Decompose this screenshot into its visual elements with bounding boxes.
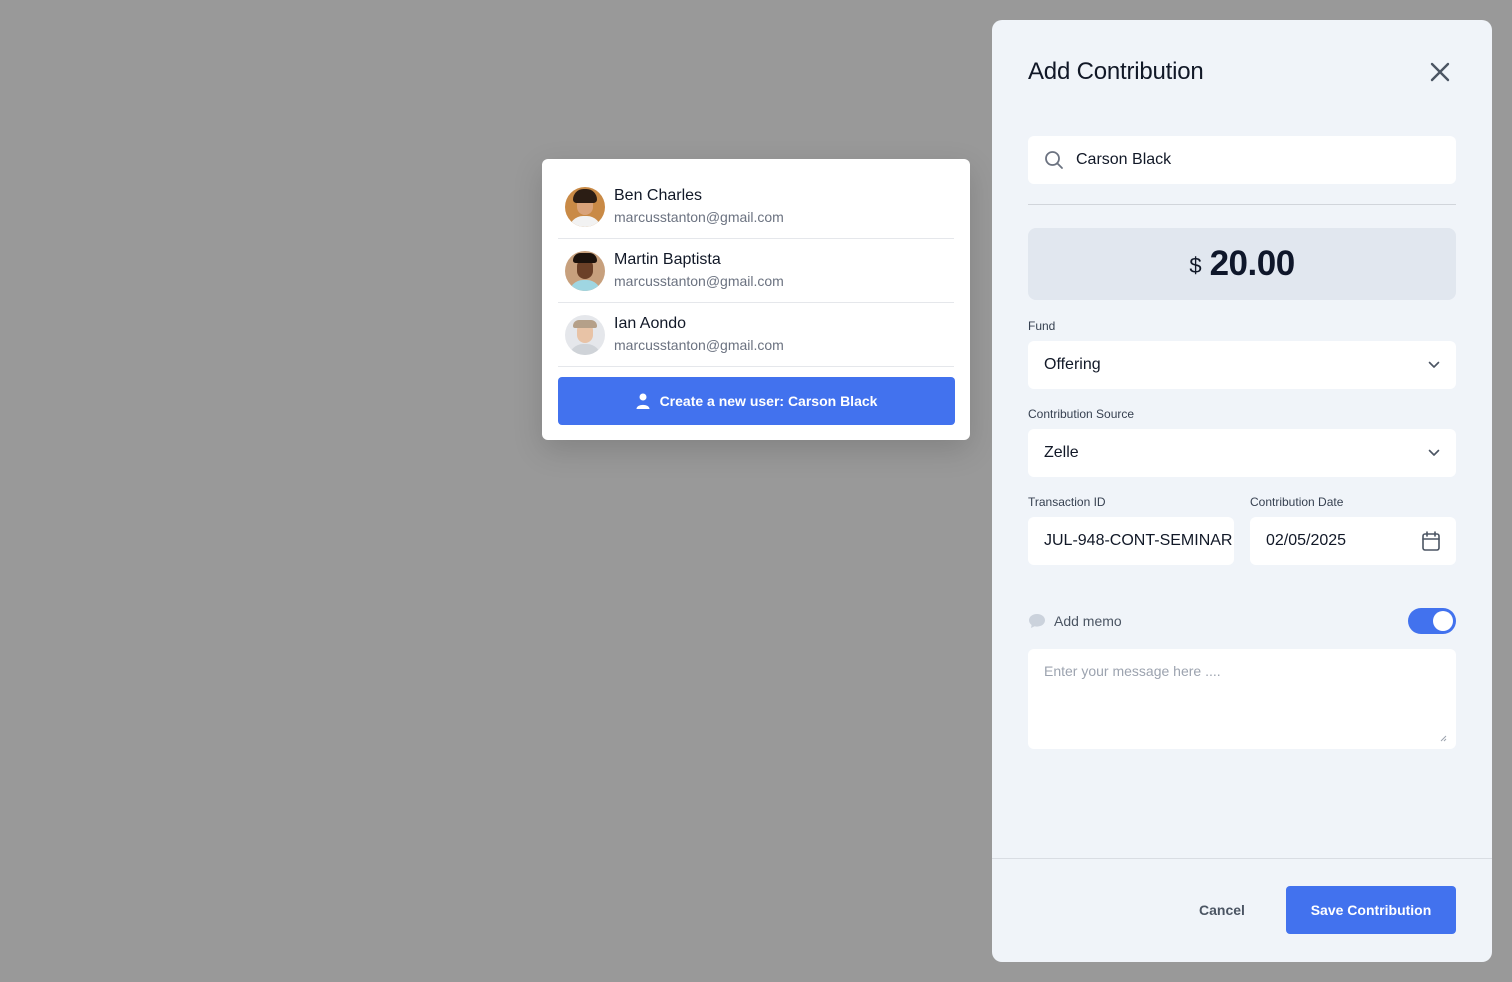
user-option-ian-aondo[interactable]: Ian Aondo marcusstanton@gmail.com <box>558 303 954 367</box>
user-option-ben-charles[interactable]: Ben Charles marcusstanton@gmail.com <box>558 175 954 239</box>
memo-textarea[interactable] <box>1028 649 1456 749</box>
chat-bubble-icon <box>1029 614 1045 628</box>
fund-value: Offering <box>1044 356 1101 373</box>
chevron-down-icon <box>1428 361 1440 368</box>
fund-label: Fund <box>1028 319 1056 333</box>
contribution-date-field[interactable]: 02/05/2025 <box>1250 517 1456 565</box>
save-contribution-button[interactable]: Save Contribution <box>1286 886 1456 934</box>
amount-display[interactable]: $ 20.00 <box>1028 228 1456 300</box>
user-email: marcusstanton@gmail.com <box>614 273 784 289</box>
calendar-icon[interactable] <box>1422 531 1440 551</box>
divider <box>1028 204 1456 205</box>
source-label: Contribution Source <box>1028 407 1135 421</box>
chevron-down-icon <box>1428 449 1440 456</box>
contribution-date-value: 02/05/2025 <box>1266 532 1347 549</box>
footer-divider <box>992 858 1492 859</box>
avatar <box>565 314 605 355</box>
donor-search-input[interactable] <box>1076 151 1416 169</box>
user-email: marcusstanton@gmail.com <box>614 337 784 353</box>
currency-symbol: $ <box>1189 253 1202 278</box>
user-search-dropdown: Ben Charles marcusstanton@gmail.com Mart… <box>542 159 970 440</box>
user-name: Ben Charles <box>614 187 703 204</box>
resize-grip-icon[interactable] <box>1439 734 1447 742</box>
transaction-id-value: JUL-948-CONT-SEMINAR <box>1044 532 1233 549</box>
contribution-date-label: Contribution Date <box>1250 495 1344 509</box>
create-new-user-label: Create a new user: Carson Black <box>659 393 878 409</box>
user-name: Martin Baptista <box>614 251 721 268</box>
transaction-id-label: Transaction ID <box>1028 495 1106 509</box>
create-new-user-button[interactable]: Create a new user: Carson Black <box>558 377 955 425</box>
close-icon <box>1430 62 1450 82</box>
source-value: Zelle <box>1044 444 1079 461</box>
memo-toggle[interactable] <box>1408 608 1456 634</box>
user-option-martin-baptista[interactable]: Martin Baptista marcusstanton@gmail.com <box>558 239 954 303</box>
user-name: Ian Aondo <box>614 315 687 332</box>
search-icon <box>1045 151 1063 169</box>
amount-value: 20.00 <box>1209 244 1296 283</box>
fund-select[interactable]: Offering <box>1028 341 1456 389</box>
add-contribution-panel: Add Contribution $ 20.00 Fund Offering C… <box>992 20 1492 962</box>
add-memo-label: Add memo <box>1054 613 1122 629</box>
close-button[interactable] <box>1426 58 1454 86</box>
user-email: marcusstanton@gmail.com <box>614 209 784 225</box>
transaction-id-field[interactable]: JUL-948-CONT-SEMINAR <box>1028 517 1234 565</box>
donor-search-field[interactable] <box>1028 136 1456 184</box>
user-icon <box>636 393 650 409</box>
panel-title: Add Contribution <box>1028 58 1204 85</box>
avatar <box>565 250 605 291</box>
cancel-button[interactable]: Cancel <box>1178 886 1266 934</box>
toggle-knob <box>1433 611 1453 631</box>
memo-row: Add memo <box>1028 608 1456 634</box>
source-select[interactable]: Zelle <box>1028 429 1456 477</box>
avatar <box>565 186 605 227</box>
